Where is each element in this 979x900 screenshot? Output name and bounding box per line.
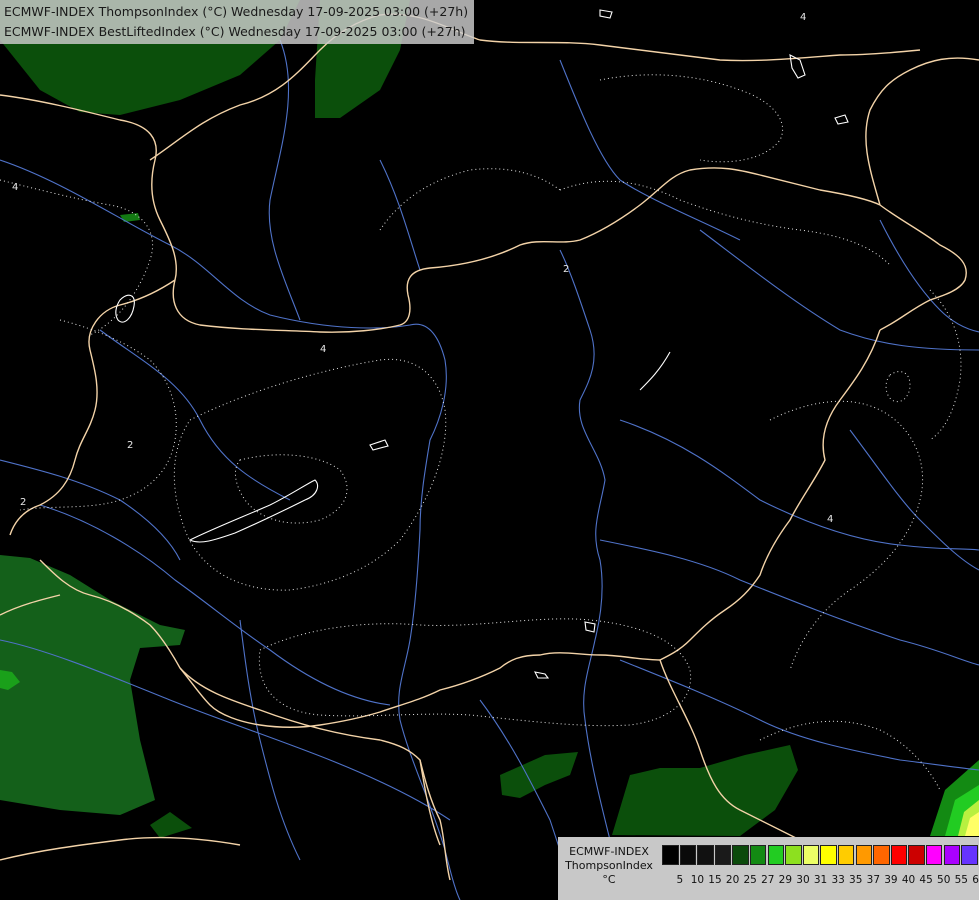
legend-tick-label: 39 bbox=[884, 874, 898, 886]
legend-swatch bbox=[679, 845, 697, 865]
legend-swatch bbox=[943, 845, 960, 865]
legend-swatch bbox=[961, 845, 978, 865]
contour-label: 2 bbox=[20, 497, 26, 508]
legend-swatch bbox=[767, 845, 785, 865]
header-line-thompson: ECMWF-INDEX ThompsonIndex (°C) Wednesday… bbox=[4, 4, 469, 19]
legend-tick-label: 31 bbox=[813, 874, 828, 886]
legend-tick-label: 27 bbox=[761, 874, 775, 886]
map-background bbox=[0, 0, 979, 900]
legend-swatches bbox=[662, 845, 979, 865]
legend-swatch bbox=[714, 845, 732, 865]
legend-swatch bbox=[749, 845, 767, 865]
legend-unit: °C bbox=[602, 873, 616, 886]
legend-ticks: 5 10152025 2729303133 3537394045 5055 60 bbox=[671, 874, 979, 886]
legend-tick-label: 10 bbox=[690, 874, 705, 886]
header-line-lifted: ECMWF-INDEX BestLiftedIndex (°C) Wednesd… bbox=[4, 24, 466, 39]
legend-tick-label: 29 bbox=[778, 874, 793, 886]
legend-tick-label: 37 bbox=[866, 874, 881, 886]
legend-swatch bbox=[785, 845, 802, 865]
legend-swatch bbox=[662, 845, 679, 865]
weather-map: 4 2 4 2 2 4 4 bbox=[0, 0, 979, 900]
contour-label: 4 bbox=[827, 514, 833, 525]
legend-swatch bbox=[873, 845, 890, 865]
legend-tick-label: 35 bbox=[849, 874, 863, 886]
legend-swatch bbox=[697, 845, 714, 865]
color-legend: ECMWF-INDEX ThompsonIndex °C 5 10 15 20 25 27… bbox=[558, 837, 979, 900]
legend-swatch bbox=[732, 845, 749, 865]
legend-label: ECMWF-INDEX ThompsonIndex °C bbox=[562, 845, 656, 887]
legend-tick-label: 5 bbox=[676, 874, 684, 886]
legend-tick-label: 30 bbox=[796, 874, 810, 886]
contour-label: 4 bbox=[320, 344, 326, 355]
legend-title-2: ThompsonIndex bbox=[565, 859, 653, 872]
contour-label: 2 bbox=[563, 264, 569, 275]
contour-label: 4 bbox=[800, 12, 806, 23]
legend-tick-label: 40 bbox=[901, 874, 916, 886]
legend-swatch bbox=[855, 845, 873, 865]
legend-tick-label: 45 bbox=[919, 874, 933, 886]
legend-tick-label: 60 bbox=[972, 874, 979, 886]
legend-tick-label: 33 bbox=[831, 874, 845, 886]
legend-swatch bbox=[802, 845, 820, 865]
legend-tick-label: 20 bbox=[725, 874, 740, 886]
legend-tick-label: 25 bbox=[743, 874, 757, 886]
legend-swatch bbox=[908, 845, 925, 865]
legend-swatch bbox=[837, 845, 855, 865]
legend-swatch bbox=[820, 845, 837, 865]
contour-label: 2 bbox=[127, 440, 133, 451]
legend-tick-label: 55 bbox=[954, 874, 968, 886]
legend-tick-label: 50 bbox=[937, 874, 951, 886]
legend-swatch bbox=[925, 845, 943, 865]
contour-label: 4 bbox=[12, 182, 18, 193]
legend-tick-label: 15 bbox=[708, 874, 722, 886]
map-header: ECMWF-INDEX ThompsonIndex (°C) Wednesday… bbox=[0, 0, 475, 44]
legend-swatch bbox=[890, 845, 908, 865]
legend-title-1: ECMWF-INDEX bbox=[569, 845, 649, 858]
